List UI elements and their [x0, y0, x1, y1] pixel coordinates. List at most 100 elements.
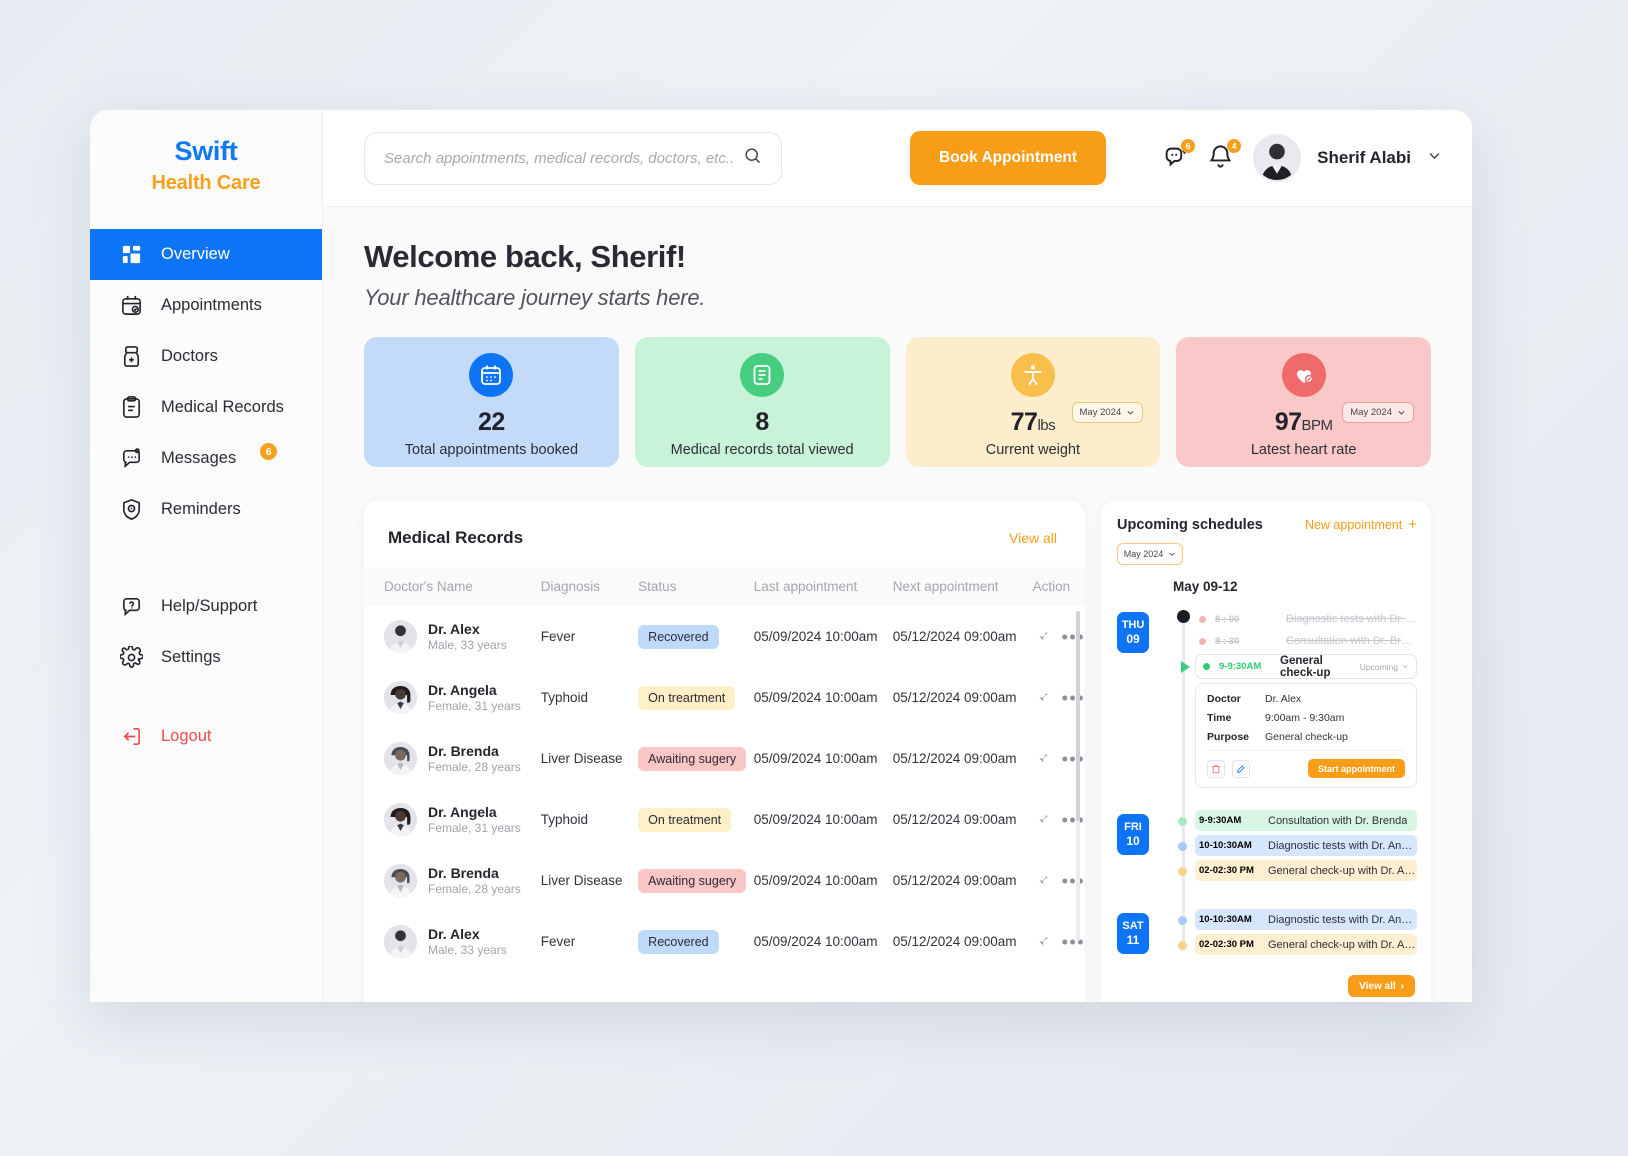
calendar-icon [469, 353, 514, 397]
event-time: 10-10:30AM [1199, 914, 1252, 925]
event-text: Diagnostic tests with Dr. Angela [1286, 613, 1417, 625]
sidebar-item-medical-records[interactable]: Medical Records [90, 382, 322, 433]
scrollbar-thumb[interactable] [1076, 611, 1080, 821]
stat-label: Latest heart rate [1250, 442, 1357, 458]
book-appointment-button[interactable]: Book Appointment [910, 131, 1107, 185]
schedule-event[interactable]: 02-02:30 PM General check-up with Dr. Al… [1178, 934, 1417, 955]
event-time: 8 : 00 [1215, 613, 1240, 625]
detail-actions: Start appointment [1207, 750, 1405, 778]
chevron-down-icon [1127, 411, 1134, 415]
schedules-view-all-button[interactable]: View all › [1348, 975, 1415, 997]
pin-icon[interactable] [1033, 688, 1049, 707]
stat-value: 97BPM [1275, 408, 1333, 437]
chevron-down-icon[interactable] [1427, 148, 1442, 168]
schedules-title: Upcoming schedules [1117, 517, 1263, 533]
schedule-event[interactable]: 8 : 00 Diagnostic tests with Dr. Angela [1195, 608, 1417, 630]
heart-check-icon [1281, 353, 1326, 397]
upcoming-schedules-panel: Upcoming schedules New appointment + May… [1101, 501, 1431, 1002]
sidebar-item-help-support[interactable]: Help/Support [90, 581, 322, 632]
chevron-right-icon: › [1400, 980, 1404, 992]
new-appointment-button[interactable]: New appointment + [1305, 517, 1417, 532]
table-row[interactable]: Dr. Angela Female, 31 years Typhoid On tr… [364, 789, 1085, 850]
app-window: Swift Health Care Overview Appointments [90, 110, 1472, 1002]
schedule-event[interactable]: 10-10:30AM Diagnostic tests with Dr. Ang… [1178, 909, 1417, 930]
sidebar-item-messages[interactable]: Messages 6 [90, 433, 322, 484]
schedule-day-group: FRI 10 9-9:30AM Consultation with Dr. Br… [1117, 810, 1417, 885]
column-last-appointment: Last appointment [753, 579, 858, 594]
pin-icon[interactable] [1033, 810, 1049, 829]
status-badge: On treartment [638, 685, 736, 710]
calendar-check-icon [119, 293, 144, 318]
schedule-event[interactable]: 8 : 30 Consultation with Dr. Brenda [1195, 630, 1417, 652]
pin-icon[interactable] [1033, 871, 1049, 890]
weight-month-select[interactable]: May 2024 [1071, 402, 1144, 423]
search-icon[interactable] [743, 146, 762, 170]
day-chip-sat-11[interactable]: SAT 11 [1117, 913, 1149, 954]
row-menu-button[interactable]: ••• [1062, 933, 1085, 951]
cell-diagnosis: Typhoid [540, 812, 589, 827]
stat-card-heart-rate: 97BPM Latest heart rate May 2024 [1176, 337, 1431, 467]
current-appointment-row[interactable]: 9-9:30AM General check-up Upcoming [1195, 654, 1417, 679]
stat-number: 77 [1010, 408, 1038, 436]
cell-status: Awaiting sugery [638, 728, 754, 789]
heart-rate-month-select[interactable]: May 2024 [1342, 402, 1414, 423]
messages-icon[interactable]: 6 [1161, 139, 1196, 173]
sidebar-item-overview[interactable]: Overview [90, 229, 322, 280]
pin-icon[interactable] [1033, 627, 1049, 646]
start-appointment-button[interactable]: Start appointment [1307, 759, 1405, 778]
timeline-node [1178, 867, 1187, 876]
doctor-meta: Male, 33 years [428, 638, 507, 652]
pin-icon[interactable] [1033, 932, 1049, 951]
doctor-meta: Female, 31 years [428, 699, 521, 713]
sidebar: Swift Health Care Overview Appointments [90, 110, 323, 1002]
avatar[interactable] [1253, 134, 1302, 182]
sidebar-item-reminders[interactable]: Reminders [90, 484, 322, 535]
table-row[interactable]: Dr. Alex Male, 33 years Fever Recovered 0… [364, 606, 1085, 667]
sidebar-item-doctors[interactable]: Doctors [90, 331, 322, 382]
view-all-records-link[interactable]: View all [1009, 530, 1057, 546]
sidebar-item-logout[interactable]: Logout [90, 711, 322, 762]
sidebar-item-settings[interactable]: Settings [90, 632, 322, 683]
schedules-month-select[interactable]: May 2024 [1117, 543, 1183, 565]
schedule-event[interactable]: 9-9:30AM Consultation with Dr. Brenda [1178, 810, 1417, 831]
sidebar-item-label: Help/Support [161, 597, 258, 615]
panels-row: Medical Records View all Doctor's Name D… [364, 501, 1431, 1002]
schedule-event[interactable]: 10-10:30AM Diagnostic tests with Dr. Ang… [1178, 835, 1417, 856]
edit-icon[interactable] [1232, 759, 1250, 778]
sidebar-item-label: Reminders [161, 500, 241, 518]
search-box[interactable] [364, 131, 782, 185]
delete-icon[interactable] [1207, 759, 1225, 778]
cell-diagnosis: Liver Disease [540, 873, 623, 888]
event-time: 9-9:30AM [1199, 815, 1242, 826]
day-chip-thu-09[interactable]: THU 09 [1117, 612, 1149, 653]
notifications-bell-icon[interactable]: 4 [1207, 139, 1242, 173]
row-menu-button[interactable]: ••• [1062, 811, 1085, 829]
schedule-event[interactable]: 02-02:30 PM General check-up with Dr. Al… [1178, 860, 1417, 881]
search-input[interactable] [384, 149, 733, 167]
logout-icon [119, 724, 144, 749]
table-row[interactable]: Dr. Brenda Female, 28 years Liver Disease… [364, 728, 1085, 789]
doctor-avatar [384, 620, 417, 653]
day-chip-fri-10[interactable]: FRI 10 [1117, 814, 1149, 855]
event-time: 10-10:30AM [1199, 840, 1252, 851]
timeline-node [1178, 916, 1187, 925]
row-menu-button[interactable]: ••• [1062, 750, 1085, 768]
pin-icon[interactable] [1033, 749, 1049, 768]
cell-status: On treartment [638, 667, 754, 728]
stat-card-appointments: 22 Total appointments booked [364, 337, 619, 467]
event-bullet [1203, 663, 1210, 670]
cell-last-appointment: 05/09/2024 10:00am [753, 934, 878, 949]
schedules-header: Upcoming schedules New appointment + [1117, 517, 1417, 533]
table-scrollbar[interactable] [1076, 611, 1080, 941]
row-menu-button[interactable]: ••• [1062, 689, 1085, 707]
doctor-avatar [384, 681, 417, 714]
table-row[interactable]: Dr. Angela Female, 31 years Typhoid On tr… [364, 667, 1085, 728]
table-row[interactable]: Dr. Alex Male, 33 years Fever Recovered 0… [364, 911, 1085, 972]
table-row[interactable]: Dr. Brenda Female, 28 years Liver Disease… [364, 850, 1085, 911]
event-bullet [1199, 637, 1206, 645]
row-menu-button[interactable]: ••• [1062, 628, 1085, 646]
row-menu-button[interactable]: ••• [1062, 872, 1085, 890]
sidebar-item-appointments[interactable]: Appointments [90, 280, 322, 331]
stat-value: 77lbs [1011, 408, 1056, 437]
medical-records-panel: Medical Records View all Doctor's Name D… [364, 501, 1085, 1002]
